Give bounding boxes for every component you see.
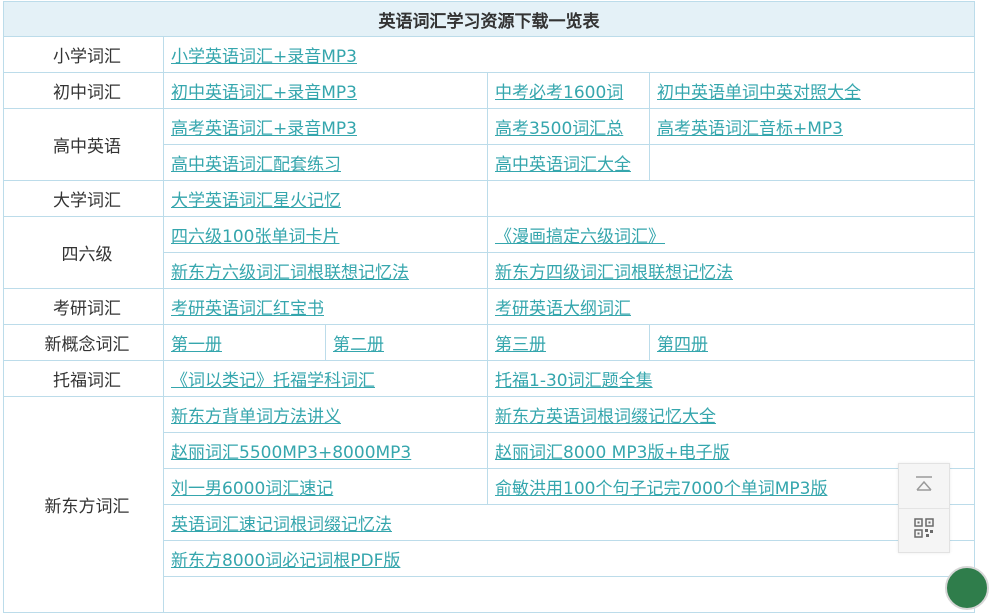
table-title: 英语词汇学习资源下载一览表: [2, 1, 976, 37]
table-row: 新概念词汇 第一册 第二册 第三册 第四册: [3, 324, 976, 361]
back-to-top-icon: [914, 475, 934, 497]
link-cet-100-cards[interactable]: 四六级100张单词卡片: [171, 227, 339, 247]
link-xdf-8000-pdf[interactable]: 新东方8000词必记词根PDF版: [171, 551, 400, 571]
link-vocab-speed-roots[interactable]: 英语词汇速记词根词缀记忆法: [171, 515, 392, 535]
category-primary: 小学词汇: [3, 36, 164, 73]
link-kaoyan-syllabus[interactable]: 考研英语大纲词汇: [495, 299, 631, 319]
category-xdf: 新东方词汇: [3, 396, 164, 613]
table-row: 托福词汇 《词以类记》托福学科词汇 托福1-30词汇题全集: [3, 360, 976, 397]
link-kaoyan-red-book[interactable]: 考研英语词汇红宝书: [171, 299, 324, 319]
link-junior-vocab-mp3[interactable]: 初中英语词汇+录音MP3: [171, 83, 357, 103]
category-nce: 新概念词汇: [3, 324, 164, 361]
link-toefl-1-30[interactable]: 托福1-30词汇题全集: [495, 371, 653, 391]
link-toefl-subject-vocab[interactable]: 《词以类记》托福学科词汇: [171, 371, 375, 391]
link-yuminhong-100-sentences[interactable]: 俞敏洪用100个句子记完7000个单词MP3版: [495, 479, 827, 499]
floating-toolbar: [898, 463, 950, 553]
link-college-spark-memory[interactable]: 大学英语词汇星火记忆: [171, 191, 341, 211]
link-xdf-roots-affixes[interactable]: 新东方英语词根词缀记忆大全: [495, 407, 716, 427]
link-nce-book-4[interactable]: 第四册: [657, 335, 708, 355]
link-gaokao-3500[interactable]: 高考3500词汇总: [495, 119, 623, 139]
category-cet: 四六级: [3, 216, 164, 289]
link-cet6-comic[interactable]: 《漫画搞定六级词汇》: [495, 227, 665, 247]
link-gaokao-phonetic-mp3[interactable]: 高考英语词汇音标+MP3: [657, 119, 843, 139]
link-xdf-memorize-method[interactable]: 新东方背单词方法讲义: [171, 407, 341, 427]
link-senior-vocab-exercises[interactable]: 高中英语词汇配套练习: [171, 155, 341, 175]
link-senior-vocab-collection[interactable]: 高中英语词汇大全: [495, 155, 631, 175]
table-row: 初中词汇 初中英语词汇+录音MP3 中考必考1600词 初中英语单词中英对照大全: [3, 72, 976, 109]
category-senior: 高中英语: [3, 108, 164, 181]
qr-code-button[interactable]: [899, 508, 949, 552]
link-primary-vocab-mp3[interactable]: 小学英语词汇+录音MP3: [171, 47, 357, 67]
table-row: 考研词汇 考研英语词汇红宝书 考研英语大纲词汇: [3, 288, 976, 325]
link-zhaoli-5500-8000[interactable]: 赵丽词汇5500MP3+8000MP3: [171, 443, 411, 463]
table-row: 大学词汇 大学英语词汇星火记忆: [3, 180, 976, 217]
link-gaokao-vocab-mp3[interactable]: 高考英语词汇+录音MP3: [171, 119, 357, 139]
resource-table: 英语词汇学习资源下载一览表 小学词汇 小学英语词汇+录音MP3 初中词汇 初中英…: [2, 1, 976, 613]
qr-code-icon: [914, 518, 934, 542]
link-nce-book-1[interactable]: 第一册: [171, 335, 222, 355]
link-xdf-cet4-roots[interactable]: 新东方四级词汇词根联想记忆法: [495, 263, 733, 283]
table-row: 小学词汇 小学英语词汇+录音MP3: [3, 36, 976, 73]
table-row: 新东方词汇 新东方背单词方法讲义 新东方英语词根词缀记忆大全: [3, 396, 976, 613]
table-row: 四六级 四六级100张单词卡片 《漫画搞定六级词汇》: [3, 216, 976, 289]
category-kaoyan: 考研词汇: [3, 288, 164, 325]
link-junior-cn-en-words[interactable]: 初中英语单词中英对照大全: [657, 83, 861, 103]
category-junior: 初中词汇: [3, 72, 164, 109]
corner-logo-badge[interactable]: [945, 566, 989, 610]
back-to-top-button[interactable]: [899, 464, 949, 509]
link-nce-book-2[interactable]: 第二册: [333, 335, 384, 355]
link-zhaoli-8000-ebook[interactable]: 赵丽词汇8000 MP3版+电子版: [495, 443, 730, 463]
link-xdf-cet6-roots[interactable]: 新东方六级词汇词根联想记忆法: [171, 263, 409, 283]
category-college: 大学词汇: [3, 180, 164, 217]
link-zhongkao-1600[interactable]: 中考必考1600词: [495, 83, 623, 103]
category-toefl: 托福词汇: [3, 360, 164, 397]
table-row: 高中英语 高考英语词汇+录音MP3 高考3500词汇总 高考英语词汇音标+MP3: [3, 108, 976, 181]
link-liuyinan-6000[interactable]: 刘一男6000词汇速记: [171, 479, 333, 499]
link-nce-book-3[interactable]: 第三册: [495, 335, 546, 355]
